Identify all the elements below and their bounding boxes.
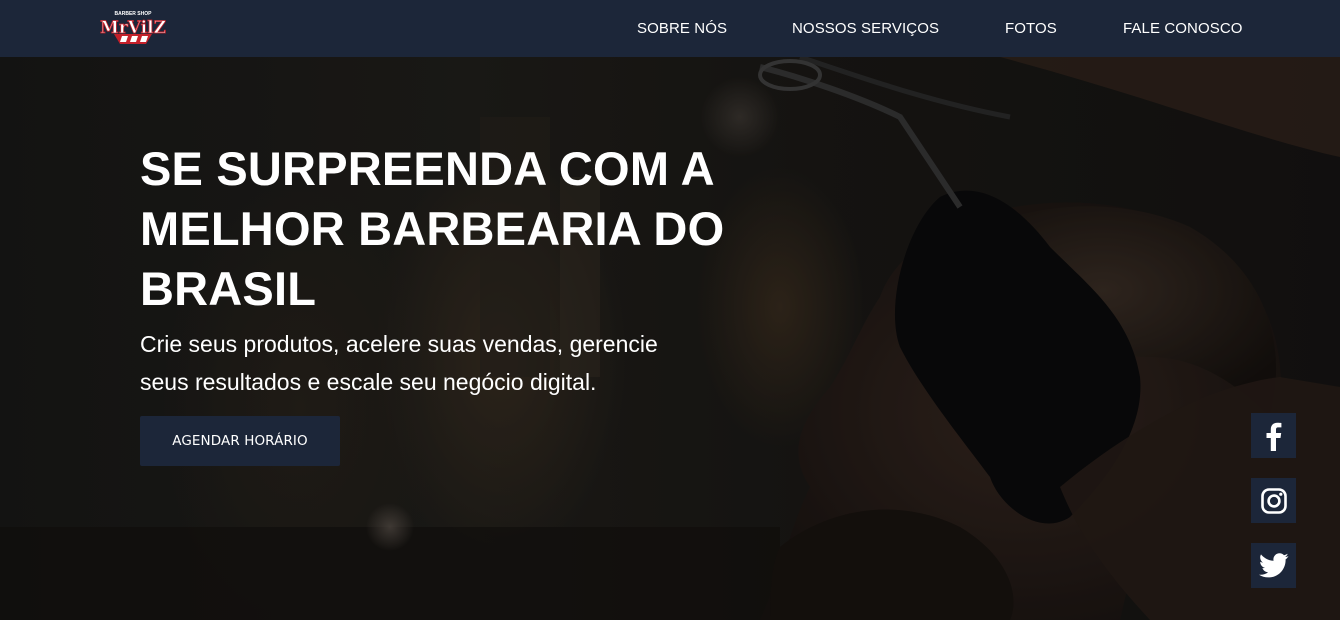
svg-text:MrVilZ: MrVilZ	[100, 18, 166, 38]
top-navbar: BARBER SHOP MrVilZ SOBRE NÓS NOSSOS SERV…	[0, 0, 1340, 57]
landing-page: BARBER SHOP MrVilZ SOBRE NÓS NOSSOS SERV…	[0, 0, 1340, 620]
hero-section: SE SURPREENDA COM A MELHOR BARBEARIA DO …	[0, 57, 1340, 620]
instagram-link[interactable]	[1251, 478, 1296, 523]
svg-text:BARBER SHOP: BARBER SHOP	[115, 11, 153, 17]
hero-title-line-1: SE SURPREENDA COM A	[140, 142, 715, 195]
twitter-icon	[1258, 552, 1288, 577]
hero-title-line-3: BRASIL	[140, 262, 317, 315]
hero-subtitle-line-2: seus resultados e escale seu negócio dig…	[140, 369, 597, 395]
barber-logo-icon: BARBER SHOP MrVilZ	[100, 11, 166, 44]
schedule-appointment-button[interactable]: AGENDAR HORÁRIO	[140, 416, 340, 466]
nav-nossos-servicos[interactable]: NOSSOS SERVIÇOS	[792, 20, 939, 37]
hero-title: SE SURPREENDA COM A MELHOR BARBEARIA DO …	[140, 139, 780, 319]
instagram-icon	[1260, 487, 1287, 514]
hero-title-line-2: MELHOR BARBEARIA DO	[140, 202, 725, 255]
facebook-link[interactable]	[1251, 413, 1296, 458]
hero-content: SE SURPREENDA COM A MELHOR BARBEARIA DO …	[140, 139, 780, 401]
twitter-link[interactable]	[1251, 543, 1296, 588]
nav-sobre-nos[interactable]: SOBRE NÓS	[637, 20, 727, 37]
brand-logo[interactable]: BARBER SHOP MrVilZ	[100, 8, 166, 50]
hero-subtitle: Crie seus produtos, acelere suas vendas,…	[140, 325, 740, 401]
nav-fale-conosco[interactable]: FALE CONOSCO	[1123, 20, 1243, 37]
hero-subtitle-line-1: Crie seus produtos, acelere suas vendas,…	[140, 331, 658, 357]
facebook-icon	[1266, 422, 1281, 451]
nav-fotos[interactable]: FOTOS	[1005, 20, 1057, 37]
